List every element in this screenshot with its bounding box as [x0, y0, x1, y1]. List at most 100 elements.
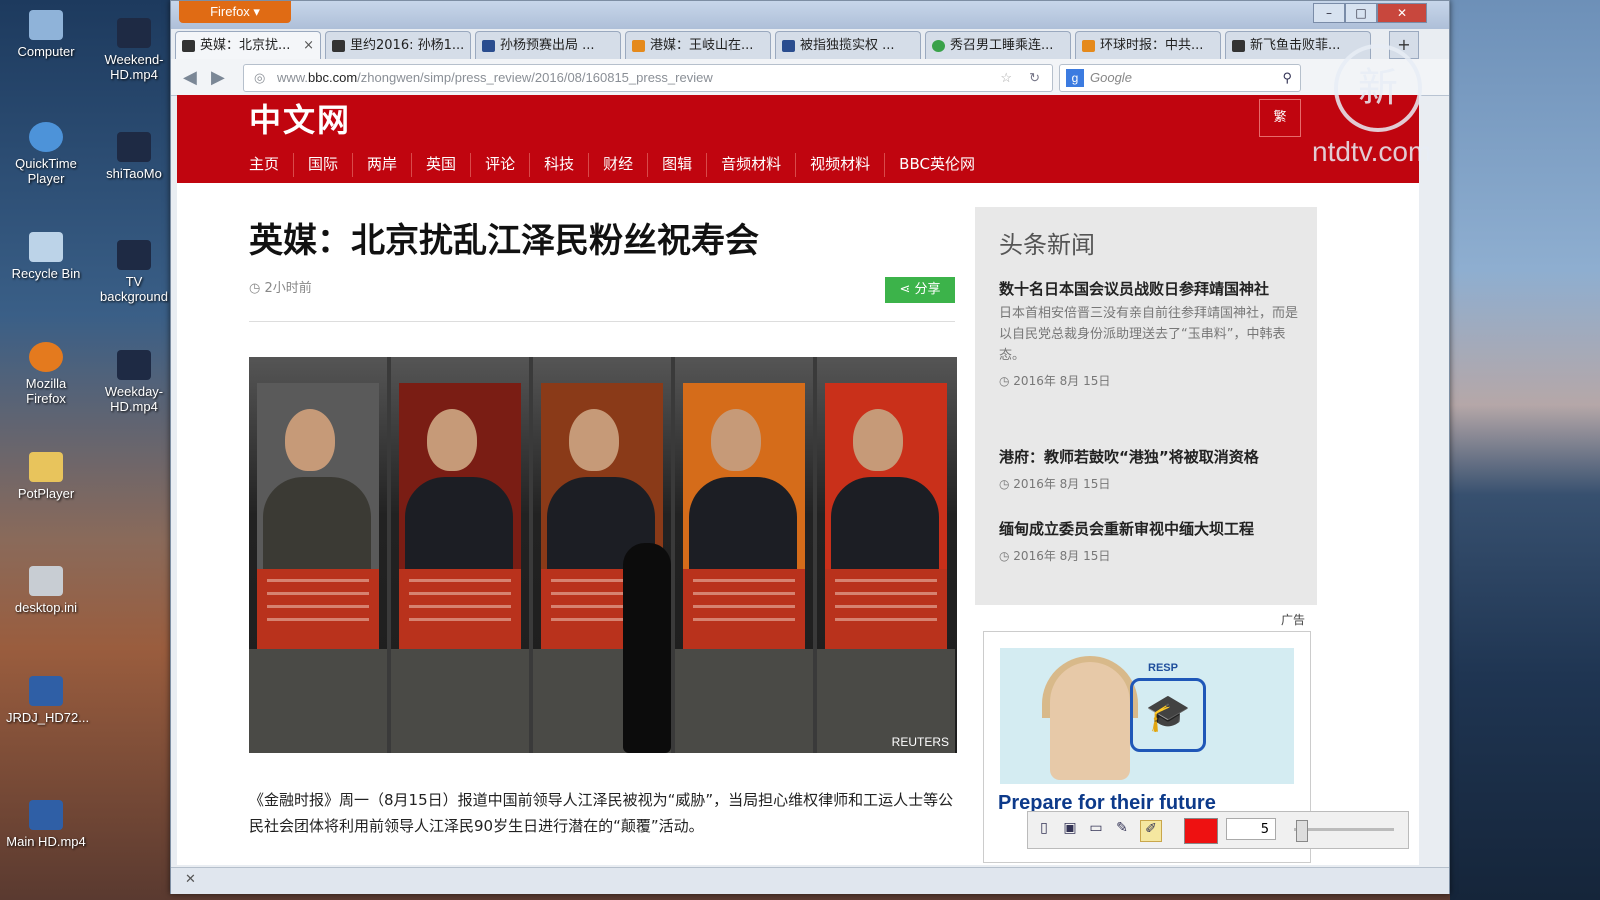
- menu-item-finance[interactable]: 财经: [589, 153, 649, 177]
- tab-strip: 英媒：北京扰... × 里约2016: 孙杨1... 孙杨预赛出局 ... 港媒：…: [175, 31, 1445, 59]
- status-bar: ✕: [171, 867, 1449, 894]
- menu-item-video[interactable]: 视频材料: [796, 153, 886, 177]
- desktop-icon-weekend-video[interactable]: Weekend-HD.mp4: [94, 18, 174, 82]
- menu-item-pictures[interactable]: 图辑: [648, 153, 708, 177]
- size-slider-handle[interactable]: [1296, 820, 1308, 842]
- color-swatch[interactable]: [1184, 818, 1218, 844]
- navigation-bar: ◀ ▶ ◎ www.bbc.com/zhongwen/simp/press_re…: [171, 59, 1449, 96]
- desktop-icon-desktop-ini[interactable]: desktop.ini: [6, 566, 86, 615]
- menu-item-cross-strait[interactable]: 两岸: [353, 153, 413, 177]
- forward-icon[interactable]: ▶: [211, 67, 225, 88]
- site-header: 中文网 繁 主页 国际 两岸 英国 评论 科技 财经 图辑 音频材料 视频材料 …: [177, 95, 1419, 183]
- video-file-icon: [117, 240, 151, 270]
- desktop-icon-firefox[interactable]: Mozilla Firefox: [6, 342, 86, 406]
- desktop-icon-weekday-video[interactable]: Weekday-HD.mp4: [94, 350, 174, 414]
- news-item[interactable]: 港府：教师若鼓吹“港独”将被取消资格 ◷ 2016年 8月 15日: [999, 445, 1299, 492]
- desktop-icon-computer[interactable]: Computer: [6, 10, 86, 59]
- menu-item-opinion[interactable]: 评论: [471, 153, 531, 177]
- bookmark-star-icon[interactable]: ☆: [1000, 65, 1012, 91]
- portrait-panel: [675, 357, 813, 753]
- new-page-icon[interactable]: ▯: [1034, 820, 1054, 840]
- menu-item-uk[interactable]: 英国: [412, 153, 472, 177]
- save-icon[interactable]: ▣: [1060, 820, 1080, 840]
- news-item[interactable]: 缅甸成立委员会重新审视中缅大坝工程 ◷ 2016年 8月 15日: [999, 517, 1299, 564]
- tab-3[interactable]: 孙杨预赛出局 ...: [475, 31, 621, 59]
- menu-item-audio[interactable]: 音频材料: [707, 153, 797, 177]
- size-stepper[interactable]: 5: [1226, 818, 1276, 840]
- tab-2[interactable]: 里约2016: 孙杨1...: [325, 31, 471, 59]
- back-icon[interactable]: ◀: [183, 67, 197, 88]
- desktop-icon-recycle-bin[interactable]: Recycle Bin: [6, 232, 86, 281]
- video-file-icon: [29, 800, 63, 830]
- site-favicon: [482, 40, 495, 52]
- sidebar-title: 头条新闻: [999, 231, 1095, 259]
- page-content: 中文网 繁 主页 国际 两岸 英国 评论 科技 财经 图辑 音频材料 视频材料 …: [177, 95, 1419, 865]
- article-timestamp: ◷ 2小时前: [249, 281, 312, 296]
- clock-icon: ◷: [999, 374, 1014, 388]
- tab-4[interactable]: 港媒：王岐山在...: [625, 31, 771, 59]
- menu-item-international[interactable]: 国际: [294, 153, 354, 177]
- portrait-panel: [249, 357, 387, 753]
- clock-icon: ◷: [999, 549, 1014, 563]
- site-logo[interactable]: 中文网: [249, 95, 351, 141]
- tab-bbc-article[interactable]: 英媒：北京扰... ×: [175, 31, 321, 59]
- graduation-cap-icon: 🎓: [1130, 678, 1206, 752]
- traditional-chinese-button[interactable]: 繁: [1259, 99, 1301, 137]
- clock-icon: ◷: [249, 281, 265, 296]
- clock-icon: ◷: [999, 477, 1014, 491]
- news-item[interactable]: 数十名日本国会议员战败日参拜靖国神社 日本首相安倍晋三没有亲自前往参拜靖国神社，…: [999, 277, 1299, 389]
- screen-icon[interactable]: ▭: [1086, 820, 1106, 840]
- desktop-icon-shitaomo[interactable]: shiTaoMo: [94, 132, 174, 181]
- walking-person: [623, 543, 671, 753]
- search-icon[interactable]: ⚲: [1282, 65, 1292, 91]
- portrait-panel: [391, 357, 529, 753]
- share-button[interactable]: ⋖ 分享: [885, 277, 955, 303]
- tab-6[interactable]: 秀召男工睡乘连...: [925, 31, 1071, 59]
- bbc-favicon: [332, 40, 345, 52]
- close-addon-bar-icon[interactable]: ✕: [185, 872, 196, 887]
- desktop-icon-jrdj[interactable]: JRDJ_HD72...: [6, 676, 89, 725]
- desktop-icon-quicktime[interactable]: QuickTime Player: [6, 122, 86, 186]
- menu-item-tech[interactable]: 科技: [530, 153, 590, 177]
- site-menu: 主页 国际 两岸 英国 评论 科技 财经 图辑 音频材料 视频材料 BBC英伦网: [249, 153, 989, 177]
- article-body: 《金融时报》周一（8月15日）报道中国前领导人江泽民被视为“威胁”，当局担心维权…: [249, 791, 954, 835]
- bbc-favicon: [182, 40, 195, 52]
- search-box[interactable]: g Google ⚲: [1059, 64, 1301, 92]
- recycle-bin-icon: [29, 232, 63, 262]
- desktop-icon-potplayer[interactable]: PotPlayer: [6, 452, 86, 501]
- firefox-icon: [29, 342, 63, 372]
- menu-item-bbc-uk-china[interactable]: BBC英伦网: [885, 153, 989, 177]
- computer-icon: [29, 10, 63, 40]
- url-bar[interactable]: ◎ www.bbc.com/zhongwen/simp/press_review…: [243, 64, 1053, 92]
- desktop-icon-main-video[interactable]: Main HD.mp4: [6, 800, 86, 849]
- firefox-menu-button[interactable]: Firefox ▾: [179, 1, 291, 23]
- eraser-icon[interactable]: ✎: [1112, 820, 1132, 840]
- video-file-icon: [117, 132, 151, 162]
- video-file-icon: [29, 676, 63, 706]
- size-slider-track[interactable]: [1294, 828, 1394, 831]
- maximize-button[interactable]: □: [1345, 3, 1377, 23]
- minimize-button[interactable]: –: [1313, 3, 1345, 23]
- menu-item-home[interactable]: 主页: [249, 153, 295, 177]
- globe-icon: ◎: [254, 70, 266, 85]
- google-icon: g: [1066, 69, 1084, 87]
- desktop-wallpaper-right: [1450, 0, 1600, 900]
- quicktime-icon: [29, 122, 63, 152]
- pen-icon[interactable]: ✐: [1140, 820, 1162, 842]
- tab-5[interactable]: 被指独揽实权 ...: [775, 31, 921, 59]
- share-icon: ⋖: [899, 282, 915, 297]
- drawing-toolbar: ▯ ▣ ▭ ✎ ✐ 5: [1027, 811, 1409, 849]
- voa-favicon: [782, 40, 795, 52]
- reload-icon[interactable]: ↻: [1029, 65, 1040, 91]
- portrait-panel: [817, 357, 957, 753]
- article-headline: 英媒：北京扰乱江泽民粉丝祝寿会: [249, 221, 759, 261]
- tab-7[interactable]: 环球时报：中共...: [1075, 31, 1221, 59]
- site-favicon: [632, 40, 645, 52]
- video-file-icon: [117, 350, 151, 380]
- close-tab-icon[interactable]: ×: [303, 32, 314, 59]
- settings-file-icon: [29, 566, 63, 596]
- firefox-window: Firefox ▾ – □ ✕ 英媒：北京扰... × 里约2016: 孙杨1..…: [170, 0, 1450, 894]
- site-favicon: [1082, 40, 1095, 52]
- close-window-button[interactable]: ✕: [1377, 3, 1427, 23]
- desktop-icon-tv-background[interactable]: TV background: [94, 240, 174, 304]
